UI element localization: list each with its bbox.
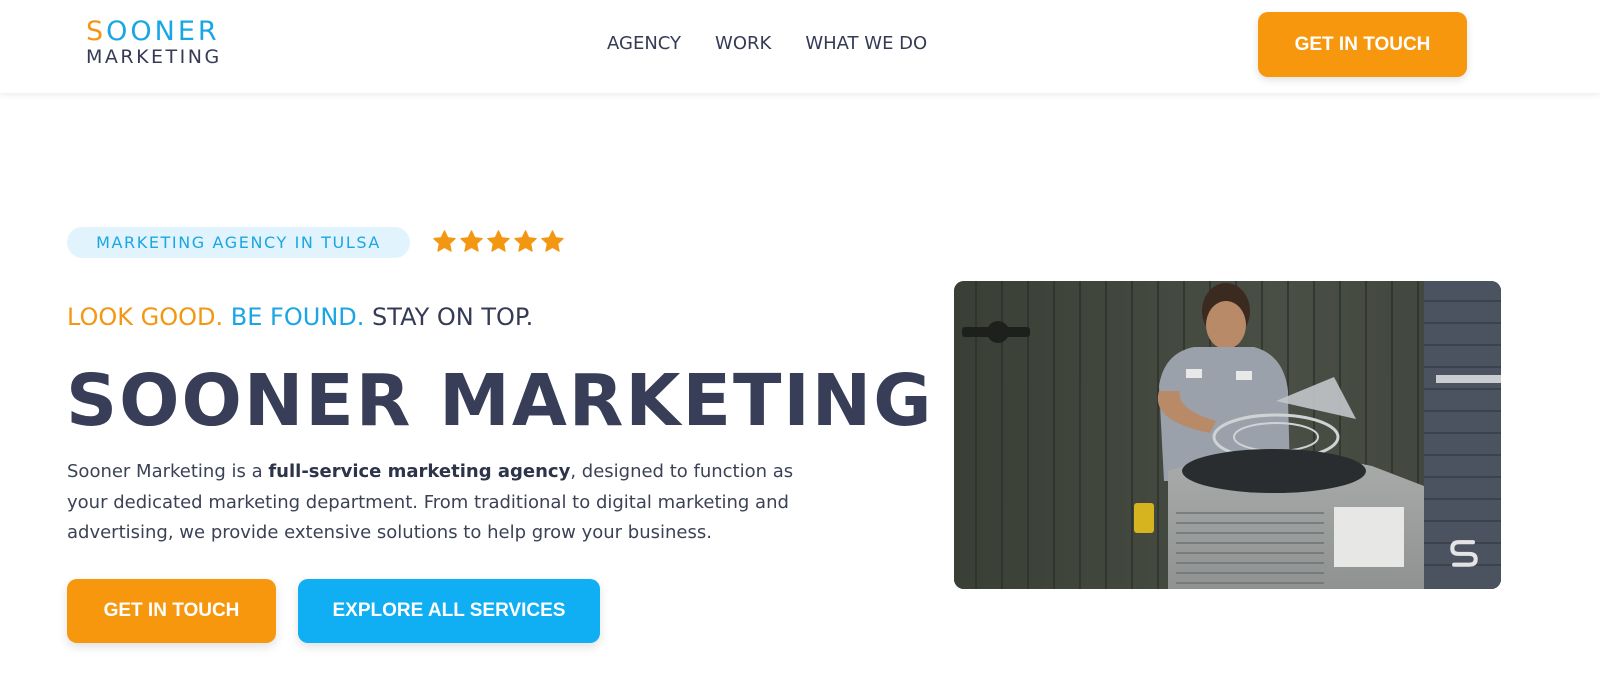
star-icon	[486, 229, 511, 254]
star-icon	[513, 229, 538, 254]
sooner-s-logo-icon	[1450, 540, 1478, 567]
logo-wordmark-bottom: MARKETING	[86, 46, 222, 68]
logo-s-accent: S	[86, 16, 107, 47]
tagline-be-found: BE FOUND.	[230, 303, 365, 331]
nav-item-agency[interactable]: AGENCY	[607, 31, 681, 57]
site-logo[interactable]: SOONER MARKETING	[86, 18, 256, 70]
hero-title: SOONER MARKETING	[66, 359, 934, 442]
site-header: SOONER MARKETING AGENCY WORK WHAT WE DO …	[0, 0, 1600, 93]
nav-item-work[interactable]: WORK	[715, 31, 771, 57]
tagline-look-good: LOOK GOOD.	[67, 303, 224, 331]
star-rating	[432, 229, 565, 254]
hero-description: Sooner Marketing is a full-service marke…	[67, 457, 807, 549]
logo-wordmark-top: SOONER	[86, 18, 256, 46]
nav-item-what-we-do[interactable]: WHAT WE DO	[805, 31, 927, 57]
hero-get-in-touch-button[interactable]: GET IN TOUCH	[67, 579, 276, 643]
tagline-stay-on-top: STAY ON TOP.	[372, 303, 534, 331]
star-icon	[459, 229, 484, 254]
description-lead: Sooner Marketing is a	[67, 461, 269, 482]
hero-photo	[954, 281, 1501, 589]
star-icon	[432, 229, 457, 254]
main-nav: AGENCY WORK WHAT WE DO	[607, 31, 927, 57]
hero-photo-illustration	[954, 281, 1501, 589]
logo-top-rest: OONER	[106, 16, 220, 47]
location-tag: MARKETING AGENCY IN TULSA	[67, 227, 410, 258]
explore-all-services-button[interactable]: EXPLORE ALL SERVICES	[298, 579, 600, 643]
star-icon	[540, 229, 565, 254]
hero-tagline: LOOK GOOD. BE FOUND. STAY ON TOP.	[67, 300, 533, 334]
header-get-in-touch-button[interactable]: GET IN TOUCH	[1258, 12, 1467, 77]
description-highlight: full-service marketing agency	[268, 461, 571, 482]
